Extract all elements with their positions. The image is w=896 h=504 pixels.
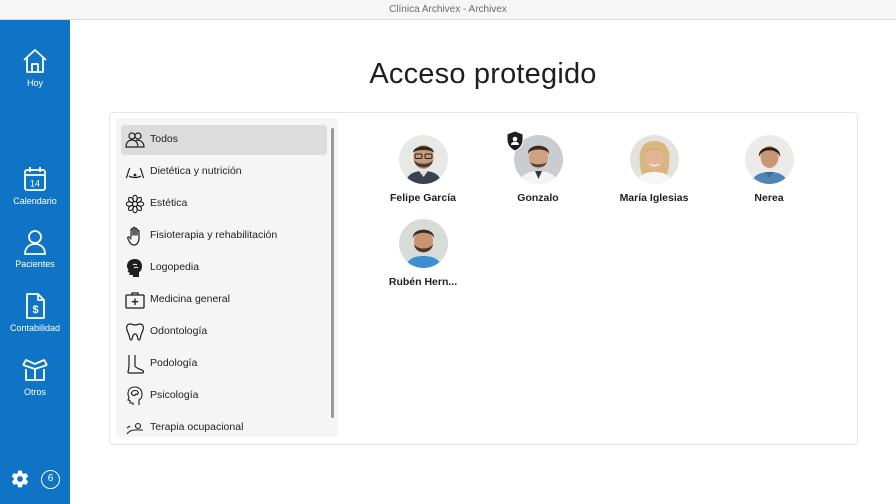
hand-icon xyxy=(127,226,140,246)
professional-card[interactable]: Gonzalo xyxy=(490,130,586,204)
professional-name: María Iglesias xyxy=(619,192,689,204)
category-dietetica[interactable]: Dietética y nutrición xyxy=(121,157,327,187)
flower-icon xyxy=(125,194,145,214)
nav-pacientes[interactable]: Pacientes xyxy=(0,228,70,269)
category-label: Fisioterapia y rehabilitación xyxy=(150,229,278,241)
professional-card[interactable]: Rubén Hern... xyxy=(375,219,471,288)
box-icon xyxy=(22,359,48,381)
avatar xyxy=(744,135,794,184)
category-label: Logopedia xyxy=(150,261,200,273)
professional-card[interactable]: Nerea xyxy=(721,135,817,204)
calendar-icon: 14 xyxy=(24,167,46,191)
nutrition-icon xyxy=(125,167,145,179)
home-icon xyxy=(23,49,47,73)
therapy-icon xyxy=(126,422,143,435)
category-fisioterapia[interactable]: Fisioterapia y rehabilitación xyxy=(121,221,327,251)
category-estetica[interactable]: Estética xyxy=(121,189,327,219)
avatar xyxy=(398,219,448,268)
foot-icon xyxy=(127,355,145,374)
category-label: Terapia ocupacional xyxy=(150,421,244,433)
category-terapia-ocupacional[interactable]: Terapia ocupacional xyxy=(121,413,327,437)
invoice-icon: $ xyxy=(26,293,45,319)
brain-head-icon xyxy=(127,386,143,405)
category-label: Podología xyxy=(150,357,198,369)
window-title: Clínica Archivex - Archivex xyxy=(0,0,896,20)
settings-button[interactable] xyxy=(10,469,30,489)
avatar xyxy=(398,135,448,184)
category-list: Todos Dietética y nutrición Estética Fis… xyxy=(116,118,338,437)
professional-card[interactable]: María Iglesias xyxy=(606,135,702,204)
category-psicologia[interactable]: Psicología xyxy=(121,381,327,411)
nav-contabilidad[interactable]: $ Contabilidad xyxy=(0,292,70,333)
category-label: Estética xyxy=(150,197,188,209)
svg-text:$: $ xyxy=(32,304,38,316)
notification-count-badge[interactable]: 6 xyxy=(41,470,60,489)
category-todos[interactable]: Todos xyxy=(121,125,327,155)
category-podologia[interactable]: Podología xyxy=(121,349,327,379)
category-label: Todos xyxy=(150,133,179,145)
shield-lock-icon xyxy=(506,130,524,152)
category-medicina-general[interactable]: Medicina general xyxy=(121,285,327,315)
tooth-icon xyxy=(126,323,144,341)
professional-name: Gonzalo xyxy=(517,192,559,204)
group-icon xyxy=(125,132,145,148)
category-label: Medicina general xyxy=(150,293,230,305)
category-label: Dietética y nutrición xyxy=(150,165,242,177)
nav-calendario-label: Calendario xyxy=(13,196,57,206)
speech-head-icon xyxy=(127,259,142,277)
nav-otros[interactable]: Otros xyxy=(0,356,70,397)
nav-otros-label: Otros xyxy=(23,387,46,397)
nav-pacientes-label: Pacientes xyxy=(15,259,55,269)
nav-hoy[interactable]: Hoy xyxy=(0,47,70,88)
nav-hoy-label: Hoy xyxy=(26,78,43,88)
sidebar: Hoy 14 Calendario Pacientes $ Contabilid… xyxy=(0,20,70,504)
category-odontologia[interactable]: Odontología xyxy=(121,317,327,347)
professional-name: Felipe García xyxy=(390,192,456,204)
category-scrollbar[interactable] xyxy=(331,128,334,418)
category-logopedia[interactable]: Logopedia xyxy=(121,253,327,283)
calendar-day: 14 xyxy=(30,179,40,189)
page-title: Acceso protegido xyxy=(369,58,597,90)
category-label: Odontología xyxy=(150,325,208,337)
user-icon xyxy=(24,230,46,255)
professional-name: Rubén Hern... xyxy=(388,276,458,288)
medical-kit-icon xyxy=(125,292,145,309)
gear-icon xyxy=(11,470,29,488)
nav-calendario[interactable]: 14 Calendario xyxy=(0,165,70,206)
category-label: Psicología xyxy=(150,389,199,401)
avatar xyxy=(629,135,679,184)
professional-name: Nerea xyxy=(754,192,784,204)
nav-contabilidad-label: Contabilidad xyxy=(9,323,61,333)
professional-card[interactable]: Felipe García xyxy=(375,135,471,204)
